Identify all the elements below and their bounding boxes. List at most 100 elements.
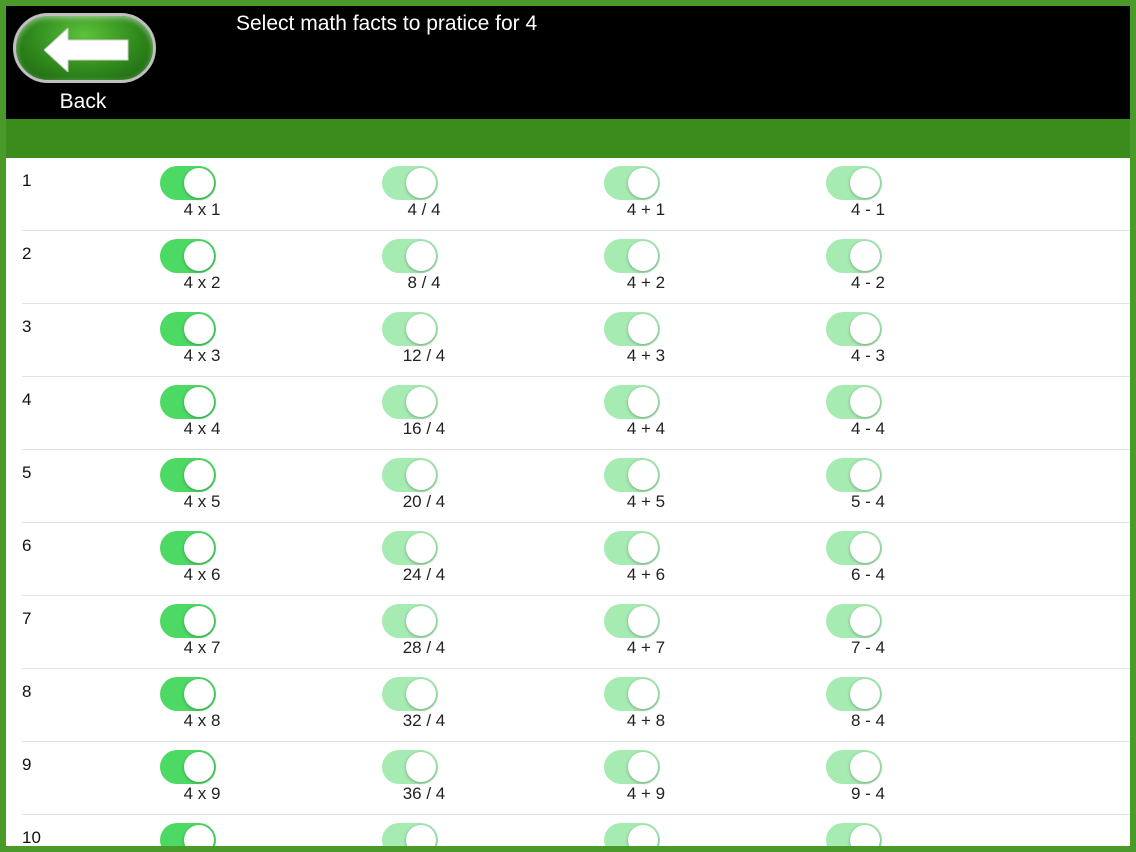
fact-cell-multiply: 4 x 8 xyxy=(136,677,236,737)
fact-cell-multiply: 4 x 2 xyxy=(136,239,236,299)
fact-label: 4 - 3 xyxy=(850,346,886,365)
divide-toggle[interactable] xyxy=(382,385,438,419)
fact-cell-add: 4 + 9 xyxy=(580,750,680,810)
back-button[interactable] xyxy=(13,13,156,83)
multiply-toggle[interactable] xyxy=(160,312,216,346)
fact-cell-divide: 16 / 4 xyxy=(358,385,458,445)
multiply-toggle[interactable] xyxy=(160,677,216,711)
fact-cell-multiply: 4 x 6 xyxy=(136,531,236,591)
multiply-toggle[interactable] xyxy=(160,166,216,200)
app-frame: Back Select math facts to pratice for 4 … xyxy=(6,6,1130,846)
toggle-knob xyxy=(184,387,214,417)
row-number: 4 xyxy=(22,390,32,409)
fact-label: 4 x 9 xyxy=(183,784,221,803)
fact-cell-subtract: 8 - 4 xyxy=(802,677,902,737)
divide-toggle[interactable] xyxy=(382,312,438,346)
subtract-toggle[interactable] xyxy=(826,239,882,273)
row-number: 5 xyxy=(22,463,32,482)
fact-label: 4 + 4 xyxy=(626,419,666,438)
toggle-knob xyxy=(184,533,214,563)
toggle-knob xyxy=(850,679,880,709)
subtract-toggle[interactable] xyxy=(826,166,882,200)
divide-toggle[interactable] xyxy=(382,823,438,846)
multiply-toggle[interactable] xyxy=(160,385,216,419)
fact-cell-multiply: 4 x 9 xyxy=(136,750,236,810)
toggle-knob xyxy=(184,314,214,344)
row-number: 3 xyxy=(22,317,32,336)
fact-cell-divide: 20 / 4 xyxy=(358,458,458,518)
add-toggle[interactable] xyxy=(604,604,660,638)
divide-toggle[interactable] xyxy=(382,750,438,784)
fact-cell-add: 4 + 5 xyxy=(580,458,680,518)
add-toggle[interactable] xyxy=(604,677,660,711)
fact-label: 4 x 4 xyxy=(183,419,221,438)
fact-label: 4 + 6 xyxy=(626,565,666,584)
toggle-knob xyxy=(406,533,436,563)
subtract-toggle[interactable] xyxy=(826,531,882,565)
subtract-toggle[interactable] xyxy=(826,677,882,711)
fact-label: 4 x 6 xyxy=(183,565,221,584)
toggle-knob xyxy=(628,241,658,271)
subtract-toggle[interactable] xyxy=(826,750,882,784)
fact-cell-add: 4 + 6 xyxy=(580,531,680,591)
fact-cell-multiply: 4 x 4 xyxy=(136,385,236,445)
subtract-toggle[interactable] xyxy=(826,385,882,419)
multiply-toggle[interactable] xyxy=(160,604,216,638)
subtract-toggle[interactable] xyxy=(826,312,882,346)
table-row: 4 4 x 4 16 / 4 4 + 4 4 - 4 xyxy=(22,377,1130,450)
toggle-knob xyxy=(184,460,214,490)
add-toggle[interactable] xyxy=(604,750,660,784)
divide-toggle[interactable] xyxy=(382,604,438,638)
toggle-knob xyxy=(628,825,658,846)
fact-cell-add: 4 + 1 xyxy=(580,166,680,226)
toggle-knob xyxy=(850,533,880,563)
fact-cell-divide: 12 / 4 xyxy=(358,312,458,372)
divide-toggle[interactable] xyxy=(382,239,438,273)
fact-cell-subtract: 5 - 4 xyxy=(802,458,902,518)
multiply-toggle[interactable] xyxy=(160,239,216,273)
fact-cell-multiply: 4 x 3 xyxy=(136,312,236,372)
toggle-knob xyxy=(406,606,436,636)
fact-label: 16 / 4 xyxy=(402,419,446,438)
toggle-knob xyxy=(850,460,880,490)
toggle-knob xyxy=(850,241,880,271)
toggle-knob xyxy=(628,387,658,417)
add-toggle[interactable] xyxy=(604,385,660,419)
divide-toggle[interactable] xyxy=(382,458,438,492)
subtract-toggle[interactable] xyxy=(826,458,882,492)
multiply-toggle[interactable] xyxy=(160,750,216,784)
subtract-toggle[interactable] xyxy=(826,604,882,638)
toggle-knob xyxy=(628,314,658,344)
fact-label: 28 / 4 xyxy=(402,638,446,657)
add-toggle[interactable] xyxy=(604,531,660,565)
fact-cell-subtract: 4 - 4 xyxy=(802,385,902,445)
fact-label: 4 + 2 xyxy=(626,273,666,292)
add-toggle[interactable] xyxy=(604,458,660,492)
add-toggle[interactable] xyxy=(604,166,660,200)
fact-cell-divide: 28 / 4 xyxy=(358,604,458,664)
toggle-knob xyxy=(184,752,214,782)
table-row: 9 4 x 9 36 / 4 4 + 9 9 - 4 xyxy=(22,742,1130,815)
fact-cell-divide: 24 / 4 xyxy=(358,531,458,591)
multiply-toggle[interactable] xyxy=(160,531,216,565)
fact-label: 4 - 1 xyxy=(850,200,886,219)
add-toggle[interactable] xyxy=(604,239,660,273)
multiply-toggle[interactable] xyxy=(160,458,216,492)
divide-toggle[interactable] xyxy=(382,531,438,565)
toggle-knob xyxy=(406,241,436,271)
table-row: 6 4 x 6 24 / 4 4 + 6 6 - 4 xyxy=(22,523,1130,596)
fact-label: 36 / 4 xyxy=(402,784,446,803)
subtract-toggle[interactable] xyxy=(826,823,882,846)
multiply-toggle[interactable] xyxy=(160,823,216,846)
row-number: 1 xyxy=(22,171,32,190)
fact-cell-add: 4 + 7 xyxy=(580,604,680,664)
add-toggle[interactable] xyxy=(604,823,660,846)
add-toggle[interactable] xyxy=(604,312,660,346)
fact-label: 4 x 8 xyxy=(183,711,221,730)
fact-label: 4 + 9 xyxy=(626,784,666,803)
divide-toggle[interactable] xyxy=(382,677,438,711)
toggle-knob xyxy=(628,533,658,563)
divide-toggle[interactable] xyxy=(382,166,438,200)
table-row: 5 4 x 5 20 / 4 4 + 5 5 - 4 xyxy=(22,450,1130,523)
toggle-knob xyxy=(628,168,658,198)
